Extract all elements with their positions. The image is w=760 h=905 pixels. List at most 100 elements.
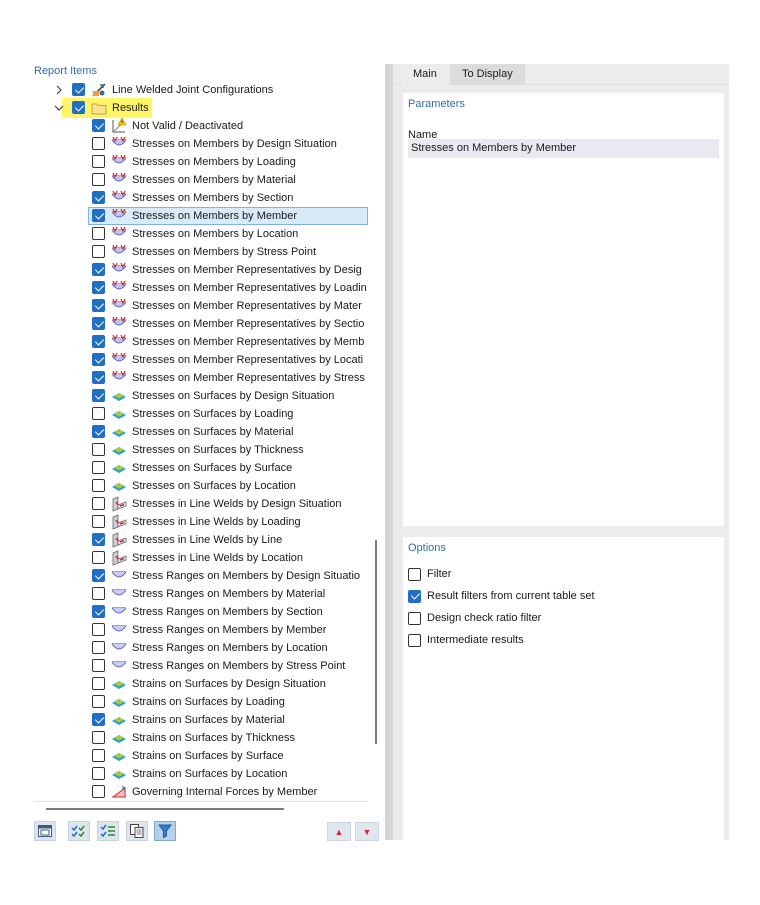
tree-item[interactable]: Stresses on Member Representatives by St… <box>34 369 368 387</box>
filter-button[interactable] <box>154 821 176 841</box>
toggle-check-button[interactable] <box>97 821 119 841</box>
option-filter-checkbox[interactable] <box>408 567 421 581</box>
tree-item[interactable]: Results <box>34 98 368 118</box>
tree-item-checkbox[interactable] <box>92 191 105 204</box>
tree-item-checkbox[interactable] <box>92 551 105 564</box>
tree-item-checkbox[interactable] <box>92 605 105 618</box>
tree-item[interactable]: Strains on Surfaces by Design Situation <box>34 675 368 693</box>
tree-item-checkbox[interactable] <box>92 587 105 600</box>
tree-item[interactable]: Stress Ranges on Members by Material <box>34 585 368 603</box>
tree-item[interactable]: Stresses on Surfaces by Material <box>34 423 368 441</box>
tree-item[interactable]: Stresses in Line Welds by Loading <box>34 513 368 531</box>
tree-item[interactable]: Stresses on Members by Material <box>34 171 368 189</box>
tree-item[interactable]: Stresses on Members by Section <box>34 189 368 207</box>
tree-item[interactable]: Line Welded Joint Configurations <box>34 81 368 99</box>
tree-item[interactable]: Stresses in Line Welds by Design Situati… <box>34 495 368 513</box>
name-value-field[interactable]: Stresses on Members by Member <box>408 139 719 158</box>
tree-item-checkbox[interactable] <box>92 749 105 762</box>
tree-item-checkbox[interactable] <box>92 677 105 690</box>
tree-item-checkbox[interactable] <box>72 101 85 114</box>
tree-item[interactable]: Stress Ranges on Members by Section <box>34 603 368 621</box>
tab-main[interactable]: Main <box>401 64 449 85</box>
tree-item-checkbox[interactable] <box>92 281 105 294</box>
tree-item-checkbox[interactable] <box>92 623 105 636</box>
tree-item[interactable]: Not Valid / Deactivated <box>34 117 368 135</box>
tree-item[interactable]: Stress Ranges on Members by Stress Point <box>34 657 368 675</box>
tree-item[interactable]: Stress Ranges on Members by Design Situa… <box>34 567 368 585</box>
tree-item-checkbox[interactable] <box>92 299 105 312</box>
tree-item-checkbox[interactable] <box>92 389 105 402</box>
tree-item[interactable]: Strains on Surfaces by Location <box>34 765 368 783</box>
tree-item[interactable]: Stresses on Member Representatives by De… <box>34 261 368 279</box>
tree-item-checkbox[interactable] <box>92 569 105 582</box>
tree-item-checkbox[interactable] <box>92 407 105 420</box>
option-design-check-ratio-filter[interactable]: Design check ratio filter <box>408 610 541 626</box>
check-all-button[interactable] <box>68 821 90 841</box>
tree-item[interactable]: Stresses on Surfaces by Location <box>34 477 368 495</box>
tree-item-checkbox[interactable] <box>92 209 105 222</box>
tree-item-checkbox[interactable] <box>92 353 105 366</box>
tree-item-checkbox[interactable] <box>92 515 105 528</box>
tree-item[interactable]: Stresses on Members by Stress Point <box>34 243 368 261</box>
tree-item-checkbox[interactable] <box>92 335 105 348</box>
tree-item-checkbox[interactable] <box>92 263 105 276</box>
tree-item-checkbox[interactable] <box>92 767 105 780</box>
option-intermediate-results[interactable]: Intermediate results <box>408 632 524 648</box>
option-filter[interactable]: Filter <box>408 566 451 582</box>
tree-item[interactable]: Stresses on Surfaces by Surface <box>34 459 368 477</box>
tree-item[interactable]: Stress Ranges on Members by Location <box>34 639 368 657</box>
tree-item[interactable]: Stresses on Member Representatives by Ma… <box>34 297 368 315</box>
tree-item[interactable]: Stresses on Surfaces by Design Situation <box>34 387 368 405</box>
tree-item[interactable]: Governing Internal Forces by Member <box>34 783 368 801</box>
tree-item-checkbox[interactable] <box>92 119 105 132</box>
tree-item-checkbox[interactable] <box>92 173 105 186</box>
tree-item-checkbox[interactable] <box>92 245 105 258</box>
tree-item[interactable]: Stresses in Line Welds by Line <box>34 531 368 549</box>
tree-item-checkbox[interactable] <box>92 695 105 708</box>
tree-item[interactable]: Stresses on Surfaces by Loading <box>34 405 368 423</box>
tree-item[interactable]: Strains on Surfaces by Surface <box>34 747 368 765</box>
tree-item-checkbox[interactable] <box>92 425 105 438</box>
tree-item-checkbox[interactable] <box>92 227 105 240</box>
tree-item-checkbox[interactable] <box>92 479 105 492</box>
chevron-down-icon[interactable] <box>54 103 64 113</box>
tree-vertical-scrollbar[interactable] <box>375 540 377 744</box>
option-design-check-ratio-filter-checkbox[interactable] <box>408 611 421 625</box>
tree-item[interactable]: Stress Ranges on Members by Member <box>34 621 368 639</box>
tree-item-checkbox[interactable] <box>92 497 105 510</box>
tree-item-checkbox[interactable] <box>92 155 105 168</box>
tree-item[interactable]: Stresses on Members by Loading <box>34 153 368 171</box>
tree-item[interactable]: Strains on Surfaces by Material <box>34 711 368 729</box>
tree-item[interactable]: Strains on Surfaces by Loading <box>34 693 368 711</box>
move-up-button[interactable]: ▲ <box>327 822 351 841</box>
move-down-button[interactable]: ▼ <box>355 822 379 841</box>
panel-splitter[interactable] <box>385 64 393 840</box>
tree-item-checkbox[interactable] <box>92 641 105 654</box>
tree-item[interactable]: Stresses on Surfaces by Thickness <box>34 441 368 459</box>
tree-item[interactable]: Stresses on Member Representatives by Me… <box>34 333 368 351</box>
tree-item-checkbox[interactable] <box>92 443 105 456</box>
tree-horizontal-scrollbar[interactable] <box>46 808 284 810</box>
tree-item-checkbox[interactable] <box>92 137 105 150</box>
tree-item-checkbox[interactable] <box>72 83 85 96</box>
window-button[interactable] <box>34 821 56 841</box>
tree-item[interactable]: Strains on Surfaces by Thickness <box>34 729 368 747</box>
option-intermediate-results-checkbox[interactable] <box>408 633 421 647</box>
option-result-filters-checkbox[interactable] <box>408 589 421 603</box>
tree-item-checkbox[interactable] <box>92 659 105 672</box>
tree-item[interactable]: Stresses on Member Representatives by Se… <box>34 315 368 333</box>
chevron-right-icon[interactable] <box>54 85 64 95</box>
tab-to-display[interactable]: To Display <box>450 64 525 85</box>
tree-item-checkbox[interactable] <box>92 713 105 726</box>
option-result-filters[interactable]: Result filters from current table set <box>408 588 595 604</box>
tree-item[interactable]: Stresses on Members by Member <box>34 207 368 225</box>
tree-item-checkbox[interactable] <box>92 785 105 798</box>
tree-item-checkbox[interactable] <box>92 731 105 744</box>
tree-item-checkbox[interactable] <box>92 533 105 546</box>
tree-item[interactable]: Stresses on Member Representatives by Lo… <box>34 279 368 297</box>
tree-item[interactable]: Stresses on Members by Location <box>34 225 368 243</box>
tree-item[interactable]: Stresses on Members by Design Situation <box>34 135 368 153</box>
tree-item-checkbox[interactable] <box>92 371 105 384</box>
tree-item-checkbox[interactable] <box>92 461 105 474</box>
report-copy-button[interactable] <box>126 821 148 841</box>
